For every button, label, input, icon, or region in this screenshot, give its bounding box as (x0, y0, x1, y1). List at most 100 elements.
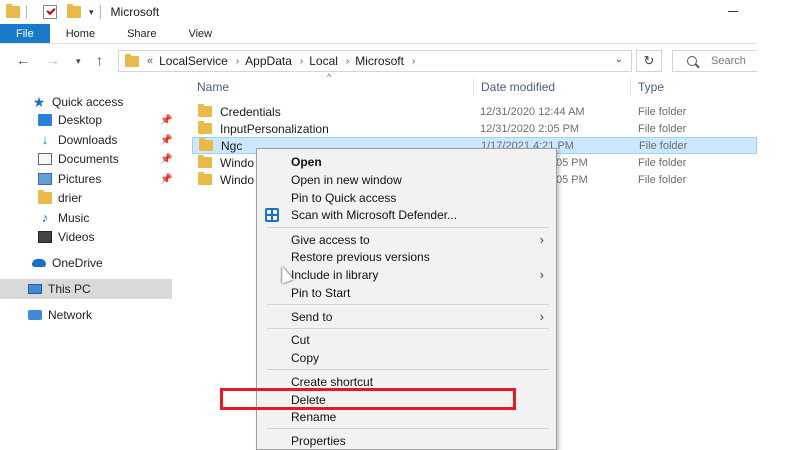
chevron-right-icon[interactable]: › (300, 56, 303, 67)
sidebar-item-desktop[interactable]: Desktop (38, 110, 176, 130)
file-date: 12/31/2020 12:44 AM (480, 105, 585, 118)
pin-icon[interactable]: 📌 (160, 135, 172, 146)
file-row-credentials[interactable]: Credentials 12/31/2020 12:44 AM File fol… (192, 103, 757, 120)
chevron-right-icon: › (539, 232, 544, 247)
file-type: File folder (638, 173, 687, 186)
column-divider[interactable] (630, 78, 631, 96)
column-header-type[interactable]: Type (638, 80, 664, 94)
up-arrow-icon[interactable]: ↑ (96, 52, 103, 68)
pictures-icon (38, 173, 52, 185)
new-folder-icon[interactable] (67, 4, 81, 18)
menu-separator (267, 304, 549, 305)
forward-arrow-icon[interactable]: → (46, 52, 60, 68)
menu-item-label: Restore previous versions (291, 250, 430, 264)
column-header-date-modified[interactable]: Date modified (481, 80, 555, 94)
sidebar-item-label: This PC (48, 282, 91, 296)
onedrive-icon (32, 259, 46, 267)
search-icon (687, 56, 697, 66)
file-type: File folder (638, 105, 687, 118)
tab-view[interactable]: View (172, 24, 228, 43)
sidebar-item-quick-access[interactable]: ★ Quick access (32, 92, 176, 112)
window-title: Microsoft (110, 5, 160, 19)
folder-icon[interactable] (6, 4, 20, 18)
menu-item-open[interactable]: Open (257, 153, 556, 171)
pin-icon[interactable]: 📌 (160, 115, 172, 126)
menu-item-pin-quick-access[interactable]: Pin to Quick access (257, 189, 556, 207)
sidebar-item-network[interactable]: Network (28, 305, 176, 325)
this-pc-icon (28, 284, 42, 294)
folder-icon (198, 121, 212, 134)
sidebar-item-label: Music (58, 211, 90, 225)
breadcrumb-appdata[interactable]: AppData (245, 54, 292, 68)
menu-item-scan-defender[interactable]: Scan with Microsoft Defender... (257, 206, 556, 224)
menu-item-include-library[interactable]: Include in library › (257, 266, 556, 284)
file-date: 05 PM (556, 173, 588, 186)
breadcrumb-local[interactable]: Local (309, 54, 338, 68)
column-header-name[interactable]: Name (197, 80, 229, 94)
menu-item-label: Open (291, 155, 322, 169)
properties-check-icon[interactable] (43, 5, 57, 19)
menu-item-properties[interactable]: Properties (257, 432, 556, 450)
divider (99, 5, 101, 19)
sidebar-item-label: Videos (58, 230, 95, 244)
menu-item-cut[interactable]: Cut (257, 331, 556, 349)
sidebar-item-documents[interactable]: Documents (38, 149, 176, 169)
sidebar-item-this-pc[interactable]: This PC (0, 279, 172, 299)
sidebar-item-downloads[interactable]: ↓ Downloads (38, 130, 176, 150)
sidebar-item-label: Documents (58, 152, 119, 166)
chevron-right-icon[interactable]: › (236, 56, 239, 67)
back-arrow-icon[interactable]: ← (16, 52, 30, 68)
breadcrumb-localservice[interactable]: LocalService (159, 54, 228, 68)
pin-icon[interactable]: 📌 (160, 154, 172, 165)
sidebar-item-label: Desktop (58, 113, 103, 127)
menu-item-copy[interactable]: Copy (257, 349, 556, 367)
navigation-pane: ★ Quick access Desktop ↓ Downloads Docum… (0, 82, 178, 450)
sidebar-item-drier[interactable]: drier (38, 188, 176, 208)
sidebar-item-pictures[interactable]: Pictures (38, 169, 176, 189)
folder-icon (198, 104, 212, 117)
sidebar-item-videos[interactable]: Videos (38, 227, 176, 247)
sidebar-item-label: Quick access (52, 95, 124, 109)
column-divider[interactable] (473, 78, 474, 96)
menu-item-give-access[interactable]: Give access to › (257, 231, 556, 249)
tab-home[interactable]: Home (50, 24, 111, 43)
file-type: File folder (638, 122, 687, 135)
menu-item-send-to[interactable]: Send to › (257, 308, 556, 326)
menu-item-rename[interactable]: Rename (257, 408, 556, 426)
menu-item-restore-versions[interactable]: Restore previous versions (257, 248, 556, 266)
sidebar-item-music[interactable]: ♪ Music (38, 208, 176, 228)
pin-icon[interactable]: 📌 (160, 174, 172, 185)
menu-item-label: Properties (291, 434, 346, 448)
sidebar-item-onedrive[interactable]: OneDrive (32, 253, 176, 273)
sidebar-item-label: Network (48, 308, 93, 322)
address-bar[interactable]: « LocalService › AppData › Local › Micro… (118, 50, 632, 72)
folder-icon (199, 138, 213, 151)
breadcrumb-microsoft[interactable]: Microsoft (355, 54, 404, 68)
breadcrumb-overflow[interactable]: « (147, 55, 153, 67)
menu-item-label: Send to (291, 310, 333, 324)
folder-icon (198, 172, 212, 185)
menu-item-open-new-window[interactable]: Open in new window (257, 171, 556, 189)
tab-share[interactable]: Share (111, 24, 172, 43)
minimize-icon[interactable] (728, 11, 738, 12)
sidebar-item-label: OneDrive (52, 256, 103, 270)
menu-separator (267, 428, 549, 429)
chevron-right-icon[interactable]: › (412, 56, 415, 67)
menu-item-label: Open in new window (291, 173, 402, 187)
file-type: File folder (639, 139, 688, 152)
file-row-inputpersonalization[interactable]: InputPersonalization 12/31/2020 2:05 PM … (192, 120, 757, 137)
ribbon-tabs: File Home Share View (0, 24, 760, 44)
folder-icon (38, 190, 52, 204)
delete-highlight-box (220, 388, 516, 410)
chevron-down-icon[interactable]: ⌄ (615, 54, 623, 65)
sort-ascending-icon: ^ (327, 72, 332, 82)
customize-toolbar-icon[interactable]: ▾ (89, 7, 94, 18)
recent-locations-chevron-icon[interactable]: ▾ (76, 56, 81, 67)
menu-item-pin-start[interactable]: Pin to Start (257, 284, 556, 302)
sidebar-item-label: Pictures (58, 172, 102, 186)
tab-file[interactable]: File (0, 24, 50, 43)
refresh-button[interactable]: ↻ (636, 50, 662, 72)
chevron-right-icon[interactable]: › (346, 56, 349, 67)
menu-item-label: Include in library (291, 268, 379, 282)
menu-item-label: Cut (291, 333, 310, 347)
